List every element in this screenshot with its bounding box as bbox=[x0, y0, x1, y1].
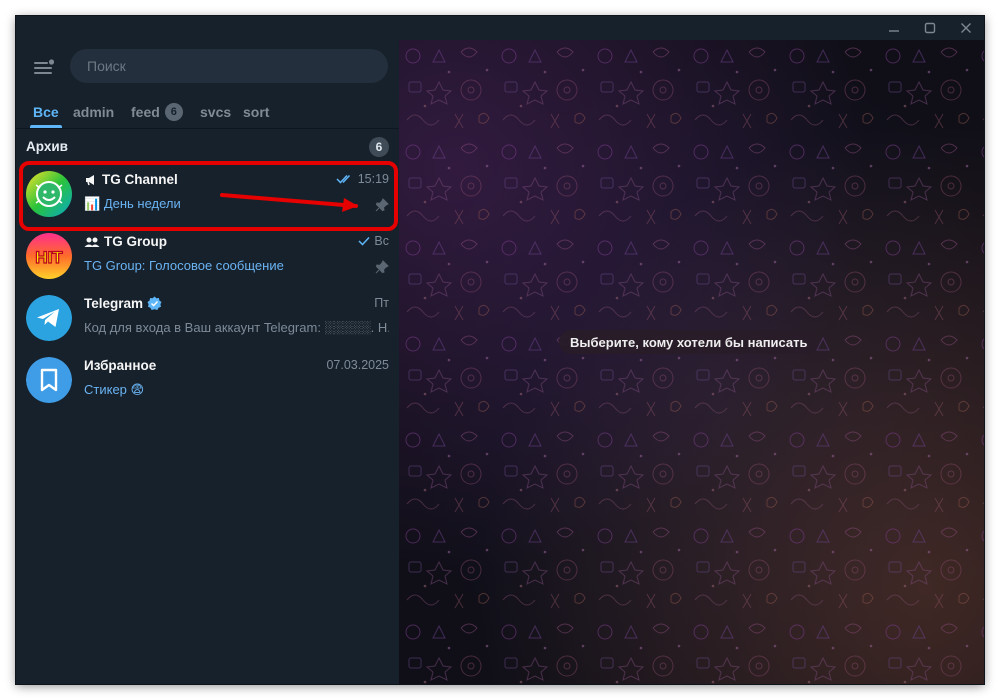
minimize-button[interactable] bbox=[876, 16, 912, 40]
chat-title: Telegram bbox=[84, 296, 144, 311]
chat-preview: Стикер 😨 bbox=[84, 382, 144, 398]
main-menu-button[interactable] bbox=[28, 52, 60, 82]
chat-preview: TG Group: Голосовое сообщение bbox=[84, 258, 284, 273]
tab-label: feed bbox=[131, 104, 160, 120]
chat-title: TG Channel bbox=[102, 172, 178, 187]
chat-item-tg-group[interactable]: HIT TG Group Вс TG Group: Голосовое сооб… bbox=[16, 224, 399, 286]
tabs-divider bbox=[16, 128, 399, 129]
telegram-window: Поиск Все admin feed 6 svcs sort Архив 6 bbox=[16, 16, 984, 684]
chat-time-text: Вс bbox=[374, 234, 389, 248]
chat-background-area: Выберите, кому хотели бы написать bbox=[399, 40, 984, 684]
pin-icon bbox=[375, 198, 389, 217]
chat-time-text: Пт bbox=[374, 296, 389, 310]
chart-emoji-icon: 📊 bbox=[84, 196, 101, 211]
chat-time-text: 07.03.2025 bbox=[326, 358, 389, 372]
chat-preview-text: Код для входа в Ваш аккаунт Telegram: ░░… bbox=[84, 320, 389, 335]
tab-label: Все bbox=[33, 104, 59, 120]
wallpaper-pattern bbox=[399, 40, 984, 684]
bookmark-icon bbox=[26, 357, 72, 403]
chat-name: Избранное bbox=[84, 358, 156, 373]
chat-name: TG Group bbox=[84, 234, 167, 249]
avatar bbox=[26, 171, 72, 217]
chat-time: 15:19 bbox=[336, 172, 389, 186]
archive-count-badge: 6 bbox=[369, 137, 389, 157]
tab-admin[interactable]: admin bbox=[73, 96, 114, 128]
group-icon bbox=[84, 237, 100, 247]
verified-icon bbox=[147, 296, 162, 310]
chat-preview: Код для входа в Ваш аккаунт Telegram: ░░… bbox=[84, 320, 389, 335]
chat-item-saved-messages[interactable]: Избранное 07.03.2025 Стикер 😨 bbox=[16, 348, 399, 410]
close-icon bbox=[961, 23, 971, 33]
tab-label: admin bbox=[73, 104, 115, 120]
maximize-icon bbox=[924, 22, 936, 34]
chat-time-text: 15:19 bbox=[357, 172, 389, 186]
maximize-button[interactable] bbox=[912, 16, 948, 40]
check-icon bbox=[358, 236, 370, 246]
chat-title: TG Group bbox=[104, 234, 167, 249]
chat-time: Вс bbox=[358, 234, 389, 248]
avatar bbox=[26, 357, 72, 403]
svg-text:HIT: HIT bbox=[35, 248, 63, 267]
tab-svcs[interactable]: svcs bbox=[200, 96, 231, 128]
title-bar bbox=[16, 16, 984, 40]
avatar: HIT bbox=[26, 233, 72, 279]
chat-preview-text: TG Group: Голосовое сообщение bbox=[84, 258, 284, 273]
folder-tabs: Все admin feed 6 svcs sort bbox=[16, 96, 399, 128]
chat-name: Telegram bbox=[84, 296, 162, 311]
double-check-icon bbox=[336, 174, 350, 184]
sidebar: Поиск Все admin feed 6 svcs sort Архив 6 bbox=[16, 40, 399, 684]
chat-name: TG Channel bbox=[84, 172, 178, 187]
tab-sort[interactable]: sort bbox=[243, 96, 269, 128]
hamburger-icon bbox=[34, 59, 55, 74]
chat-preview-text: Стикер 😨 bbox=[84, 382, 145, 397]
tab-all[interactable]: Все bbox=[30, 96, 62, 128]
archive-title: Архив bbox=[26, 139, 68, 154]
channel-icon bbox=[86, 174, 94, 185]
chat-preview-text: День недели bbox=[103, 196, 181, 211]
select-chat-hint: Выберите, кому хотели бы написать bbox=[559, 330, 819, 354]
minimize-icon bbox=[889, 30, 899, 32]
chat-time: Пт bbox=[374, 296, 389, 310]
chat-item-tg-channel[interactable]: TG Channel 15:19 📊 День недели bbox=[16, 162, 399, 224]
chat-time: 07.03.2025 bbox=[326, 358, 389, 372]
tab-label: sort bbox=[243, 104, 270, 120]
search-placeholder: Поиск bbox=[87, 58, 126, 74]
search-input[interactable]: Поиск bbox=[70, 49, 388, 83]
chat-title: Избранное bbox=[84, 358, 157, 373]
chat-item-telegram[interactable]: Telegram Пт Код для входа в Ваш аккаунт … bbox=[16, 286, 399, 348]
tab-feed[interactable]: feed 6 bbox=[131, 96, 183, 128]
unread-badge: 6 bbox=[164, 103, 183, 121]
close-button[interactable] bbox=[948, 16, 984, 40]
tab-label: svcs bbox=[200, 104, 232, 120]
avatar bbox=[26, 295, 72, 341]
pin-icon bbox=[375, 260, 389, 279]
archive-row[interactable]: Архив 6 bbox=[16, 134, 399, 162]
chat-preview: 📊 День недели bbox=[84, 196, 181, 212]
